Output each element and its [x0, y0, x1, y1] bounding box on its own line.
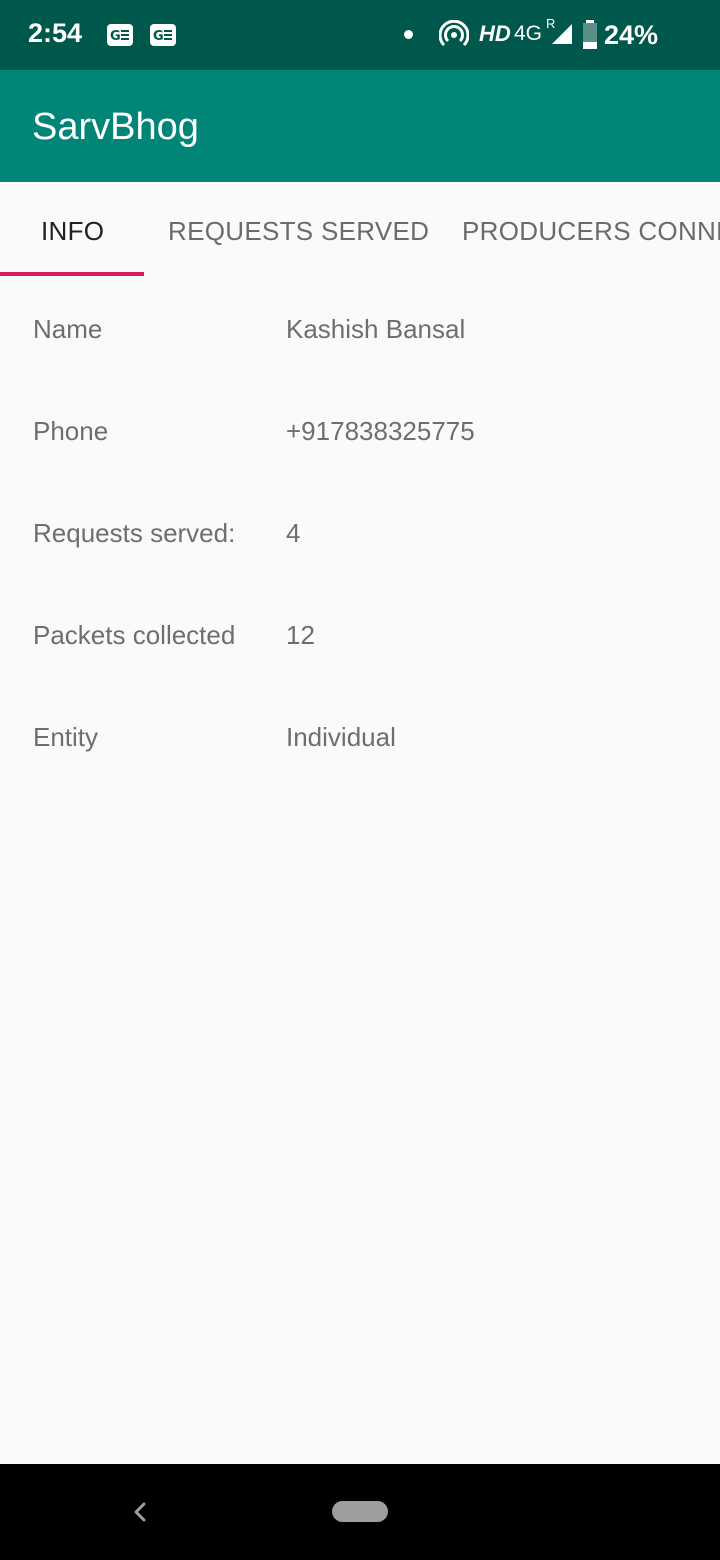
tab-requests-served[interactable]: REQUESTS SERVED [168, 182, 429, 278]
svg-text:G: G [153, 29, 164, 44]
tab-strip: INFO REQUESTS SERVED PRODUCERS CONNECTED [0, 182, 720, 278]
navigation-bar [0, 1464, 720, 1560]
signal-icon [550, 22, 574, 51]
entity-value: Individual [286, 722, 396, 752]
info-row-name: Name Kashish Bansal [0, 314, 720, 374]
notification-dot-icon [404, 30, 413, 39]
battery-percent: 24% [604, 20, 659, 50]
ge-notification-icon: G [107, 24, 133, 46]
entity-label: Entity [33, 722, 99, 752]
status-time: 2:54 [28, 18, 83, 48]
svg-text:G: G [110, 29, 121, 44]
tab-indicator [0, 272, 144, 276]
requests-served-label: Requests served: [33, 518, 236, 548]
app-title: SarvBhog [32, 106, 199, 148]
info-row-entity: Entity Individual [0, 722, 720, 782]
packets-collected-label: Packets collected [33, 620, 236, 650]
status-bar: 2:54 G G HD 4G R 24% [0, 0, 720, 70]
requests-served-value: 4 [286, 518, 301, 548]
packets-collected-value: 12 [286, 620, 315, 650]
tab-producers-connected[interactable]: PRODUCERS CONNECTED [462, 182, 720, 278]
battery-icon [582, 20, 598, 55]
name-label: Name [33, 314, 103, 344]
tab-info[interactable]: INFO [41, 182, 104, 278]
home-pill-button[interactable] [332, 1501, 388, 1522]
phone-label: Phone [33, 416, 109, 446]
ge-notification-icon: G [150, 24, 176, 46]
network-type-label: 4G [514, 22, 543, 45]
app-bar: SarvBhog [0, 70, 720, 182]
info-row-requests-served: Requests served: 4 [0, 518, 720, 578]
hotspot-icon [438, 19, 470, 55]
back-icon[interactable] [122, 1492, 158, 1532]
info-row-phone: Phone +917838325775 [0, 416, 720, 476]
name-value: Kashish Bansal [286, 314, 466, 344]
phone-value: +917838325775 [286, 416, 475, 446]
hd-label: HD [479, 21, 511, 46]
info-row-packets-collected: Packets collected 12 [0, 620, 720, 680]
